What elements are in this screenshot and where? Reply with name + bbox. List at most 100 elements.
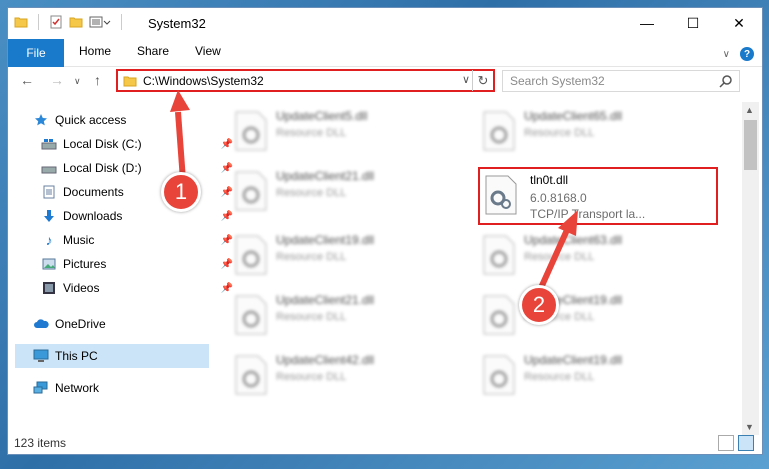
file-name: UpdateClient19.dll bbox=[524, 353, 623, 367]
document-icon bbox=[41, 184, 57, 200]
back-arrow-icon[interactable]: ← bbox=[20, 72, 34, 88]
folder-icon bbox=[123, 76, 137, 86]
list-item-tln0t-dll[interactable]: tln0t.dll 6.0.8168.0 TCP/IP Transport la… bbox=[478, 167, 718, 225]
search-box[interactable]: Search System32 bbox=[502, 70, 740, 92]
sidebar-item-music[interactable]: ♪ Music 📌 bbox=[41, 228, 235, 252]
list-item[interactable]: UpdateClient21.dll Resource DLL bbox=[228, 287, 468, 343]
file-name: UpdateClient21.dll bbox=[276, 169, 375, 183]
dll-file-icon bbox=[485, 175, 517, 215]
sidebar-item-network[interactable]: Network bbox=[33, 376, 227, 400]
details-view-icon[interactable] bbox=[718, 435, 734, 451]
network-icon bbox=[33, 380, 49, 396]
tab-file[interactable]: File bbox=[8, 39, 64, 67]
list-item[interactable]: UpdateClient19.dll Resource DLL bbox=[228, 227, 468, 283]
tiles-view-icon[interactable] bbox=[738, 435, 754, 451]
sidebar-item-videos[interactable]: Videos 📌 bbox=[41, 276, 235, 300]
sidebar-item-label: Videos bbox=[63, 281, 100, 295]
expand-ribbon-icon[interactable]: ∨ bbox=[723, 49, 730, 60]
file-type: Resource DLL bbox=[276, 251, 347, 263]
item-count: 123 items bbox=[14, 436, 67, 450]
cloud-icon bbox=[33, 316, 49, 332]
sidebar-item-local-disk-d[interactable]: Local Disk (D:) 📌 bbox=[41, 156, 235, 180]
file-name: UpdateClient21.dll bbox=[276, 293, 375, 307]
address-dropdown-icon[interactable]: ∨ bbox=[462, 73, 470, 86]
navigation-pane: Quick access Local Disk (C:) 📌 Local Dis… bbox=[8, 103, 233, 433]
sidebar-item-local-disk-c[interactable]: Local Disk (C:) 📌 bbox=[41, 132, 235, 156]
dll-file-icon bbox=[235, 111, 267, 151]
file-type: Resource DLL bbox=[276, 127, 347, 139]
file-type: Resource DLL bbox=[276, 311, 347, 323]
file-version: 6.0.8168.0 bbox=[530, 191, 587, 205]
tab-home[interactable]: Home bbox=[79, 44, 111, 58]
file-name: UpdateClient63.dll bbox=[524, 233, 623, 247]
view-buttons bbox=[718, 435, 754, 451]
sidebar-item-this-pc[interactable]: This PC bbox=[15, 344, 209, 368]
file-list: UpdateClient5.dll Resource DLL UpdateCli… bbox=[208, 103, 738, 433]
file-name: UpdateClient42.dll bbox=[276, 353, 375, 367]
list-item[interactable]: UpdateClient63.dll Resource DLL bbox=[476, 227, 716, 283]
forward-arrow-icon[interactable]: → bbox=[50, 72, 64, 88]
scrollbar-thumb[interactable] bbox=[744, 120, 757, 170]
customize-icon[interactable] bbox=[89, 15, 111, 29]
address-path: C:\Windows\System32 bbox=[143, 73, 264, 88]
sidebar-item-downloads[interactable]: Downloads 📌 bbox=[41, 204, 235, 228]
file-type: Resource DLL bbox=[524, 371, 595, 383]
new-folder-icon[interactable] bbox=[69, 15, 83, 29]
sidebar-item-documents[interactable]: Documents 📌 bbox=[41, 180, 235, 204]
search-icon[interactable] bbox=[719, 74, 733, 88]
drive-icon bbox=[41, 160, 57, 176]
sidebar-item-pictures[interactable]: Pictures 📌 bbox=[41, 252, 235, 276]
list-item[interactable]: UpdateClient65.dll Resource DLL bbox=[476, 103, 716, 159]
sidebar-item-label: This PC bbox=[55, 349, 98, 363]
vertical-scrollbar[interactable]: ▲ ▼ bbox=[742, 102, 759, 435]
sidebar-item-label: Pictures bbox=[63, 257, 107, 271]
dll-file-icon bbox=[235, 171, 267, 211]
window-controls: — ☐ ✕ bbox=[624, 8, 762, 38]
drive-icon bbox=[41, 136, 57, 152]
list-item[interactable]: UpdateClient5.dll Resource DLL bbox=[228, 103, 468, 159]
dll-file-icon bbox=[483, 111, 515, 151]
address-bar[interactable]: C:\Windows\System32 ∨ ↻ bbox=[116, 69, 495, 92]
sidebar-item-onedrive[interactable]: OneDrive bbox=[33, 312, 227, 336]
list-item[interactable]: UpdateClient19.dll Resource DLL bbox=[476, 347, 716, 403]
close-button[interactable]: ✕ bbox=[716, 8, 762, 38]
list-item[interactable]: UpdateClient42.dll Resource DLL bbox=[228, 347, 468, 403]
computer-icon bbox=[33, 348, 49, 364]
file-type: Resource DLL bbox=[524, 127, 595, 139]
title-bar: System32 — ☐ ✕ bbox=[8, 8, 762, 39]
file-name: tln0t.dll bbox=[530, 173, 569, 187]
dll-file-icon bbox=[235, 295, 267, 335]
sidebar-item-label: Local Disk (D:) bbox=[63, 161, 142, 175]
file-type: Resource DLL bbox=[524, 251, 595, 263]
file-type: Resource DLL bbox=[276, 371, 347, 383]
tab-view[interactable]: View bbox=[195, 44, 221, 58]
dll-file-icon bbox=[235, 355, 267, 395]
sidebar-item-label: Documents bbox=[63, 185, 124, 199]
up-arrow-icon[interactable]: ↑ bbox=[94, 72, 101, 88]
tab-share[interactable]: Share bbox=[137, 44, 169, 58]
list-item[interactable]: UpdateClient21.dll Resource DLL bbox=[228, 163, 468, 219]
scroll-up-icon[interactable]: ▲ bbox=[745, 105, 754, 115]
sidebar-item-label: Local Disk (C:) bbox=[63, 137, 142, 151]
refresh-icon[interactable]: ↻ bbox=[472, 70, 493, 91]
sidebar-item-label: Network bbox=[55, 381, 100, 395]
list-item[interactable]: UpdateClient19.dll Resource DLL bbox=[476, 287, 716, 343]
dll-file-icon bbox=[483, 295, 515, 335]
star-icon bbox=[33, 112, 49, 128]
minimize-button[interactable]: — bbox=[624, 8, 670, 38]
file-name: UpdateClient65.dll bbox=[524, 109, 623, 123]
status-bar: 123 items bbox=[8, 432, 762, 454]
dll-file-icon bbox=[483, 355, 515, 395]
file-name: UpdateClient19.dll bbox=[276, 233, 375, 247]
sidebar-item-label: Music bbox=[63, 233, 95, 247]
scroll-down-icon[interactable]: ▼ bbox=[745, 422, 754, 432]
sidebar-item-quick-access[interactable]: Quick access bbox=[33, 108, 227, 132]
properties-icon[interactable] bbox=[49, 15, 63, 29]
window-title: System32 bbox=[148, 16, 206, 31]
recent-locations-icon[interactable]: ∨ bbox=[74, 76, 81, 87]
help-icon[interactable]: ? bbox=[740, 47, 754, 61]
maximize-button[interactable]: ☐ bbox=[670, 8, 716, 38]
videos-icon bbox=[41, 280, 57, 296]
quick-access-toolbar bbox=[14, 14, 126, 30]
download-icon bbox=[41, 208, 57, 224]
